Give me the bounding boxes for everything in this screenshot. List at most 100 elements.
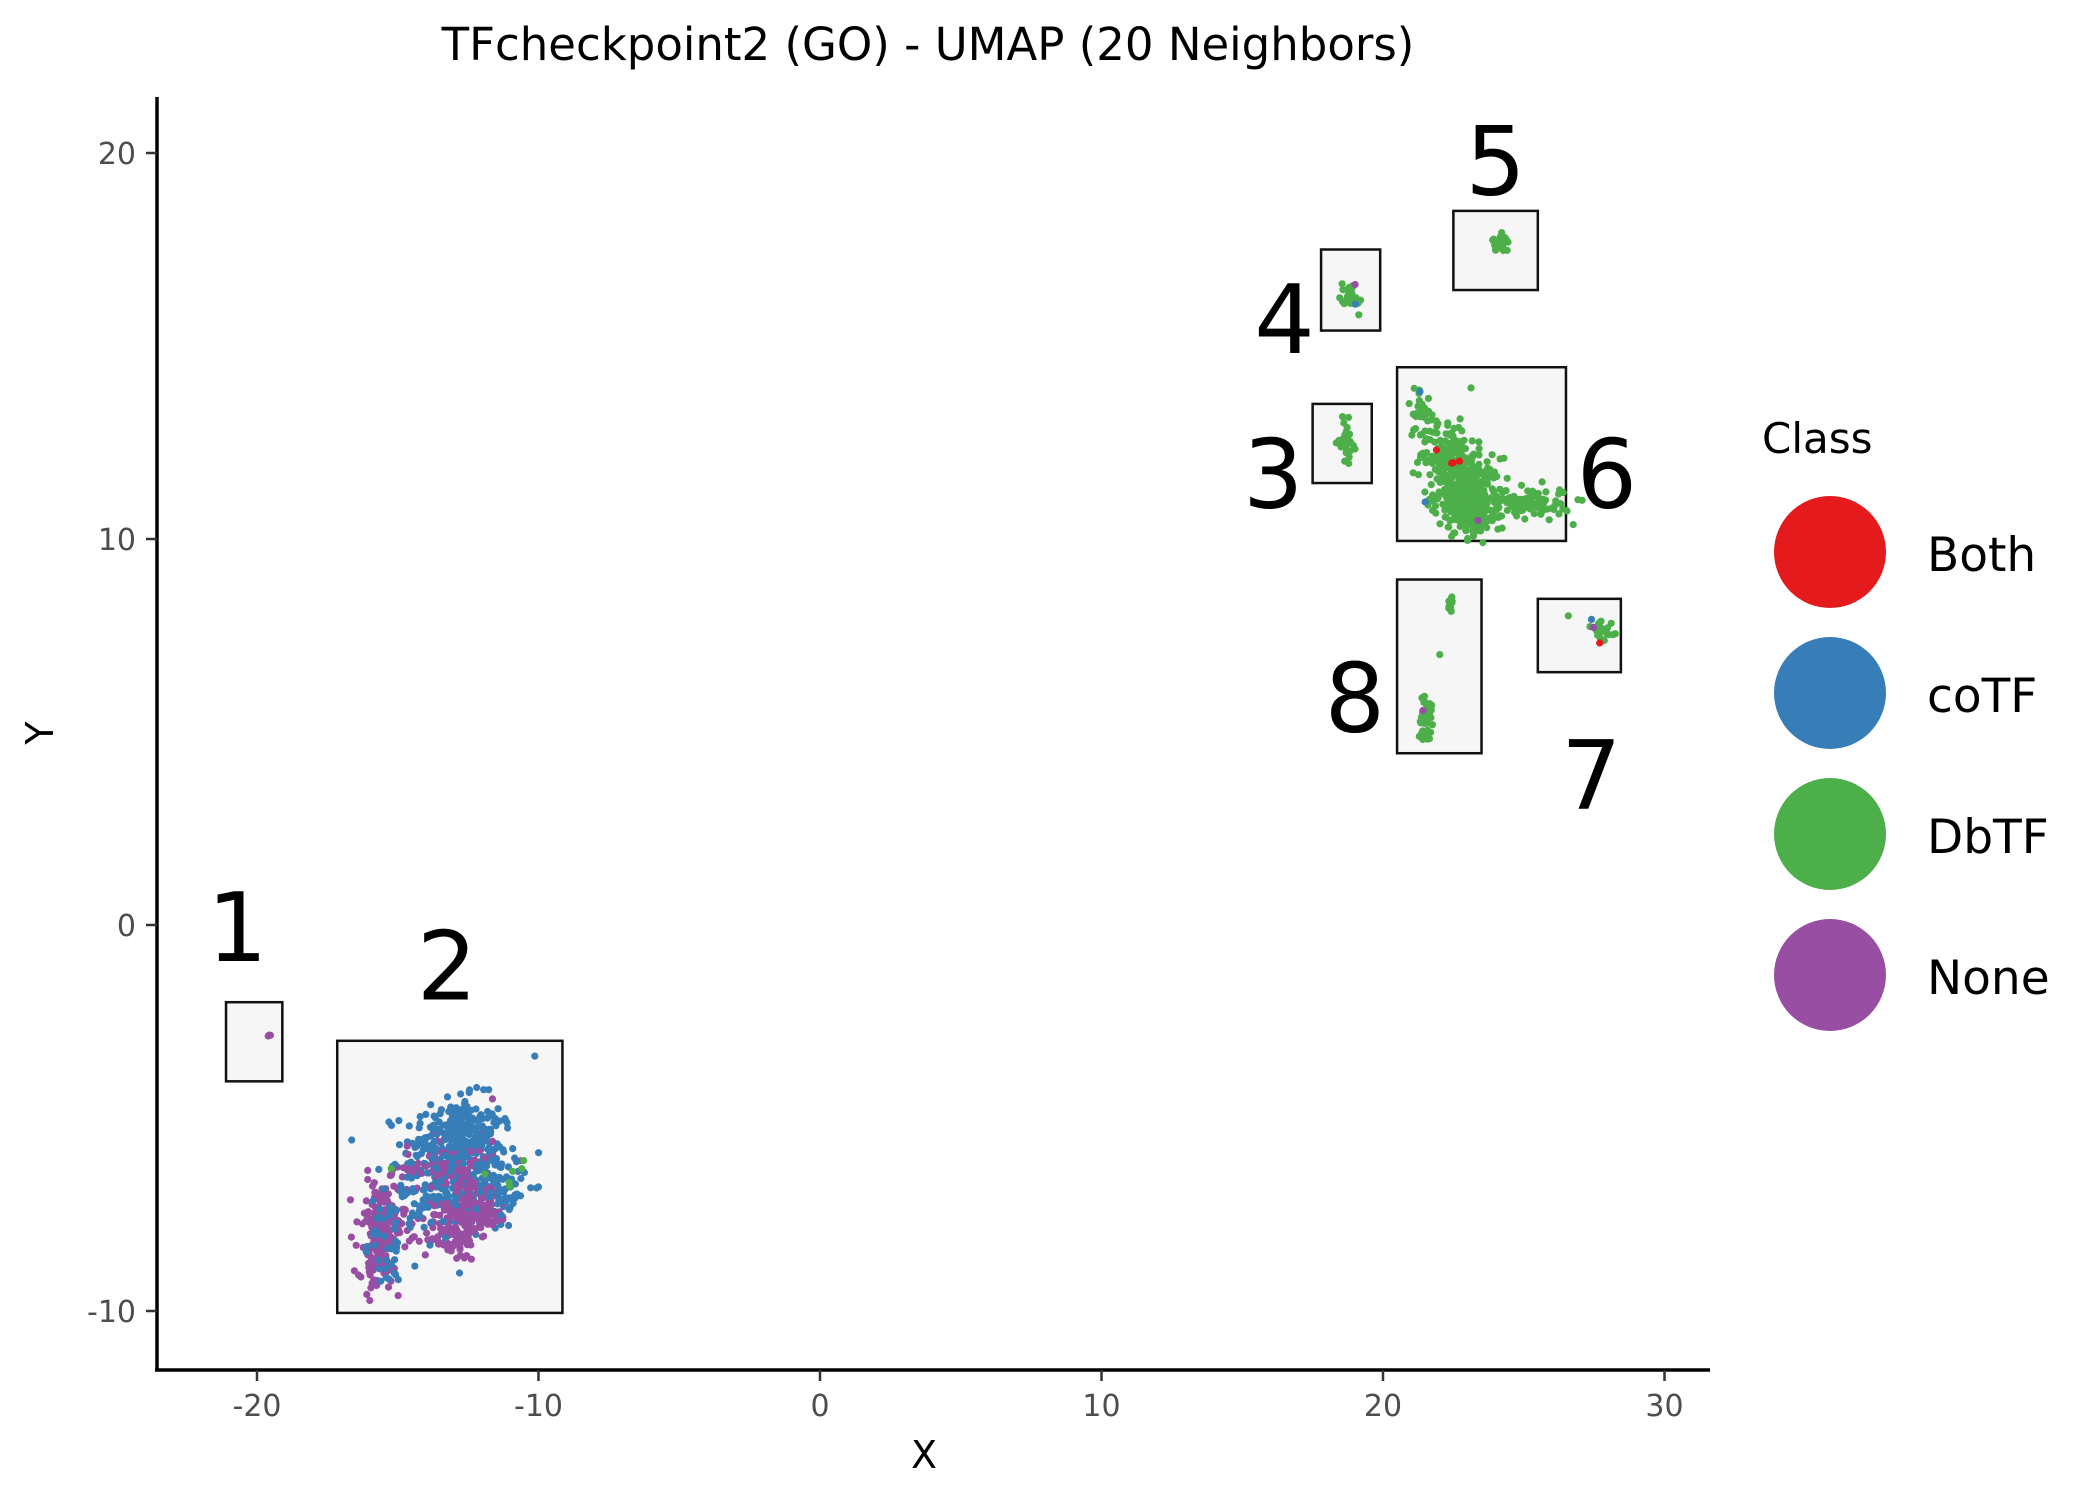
point-dbtf xyxy=(1542,488,1550,496)
point-dbtf xyxy=(1465,506,1473,514)
x-tick-label: 10 xyxy=(1082,1389,1120,1424)
point-dbtf xyxy=(1475,445,1483,453)
point-cotf xyxy=(499,1146,507,1154)
point-none xyxy=(366,1271,374,1279)
point-cotf xyxy=(407,1174,415,1182)
point-none xyxy=(364,1166,372,1174)
point-cotf xyxy=(429,1154,437,1162)
point-dbtf xyxy=(1452,465,1460,473)
point-cotf xyxy=(445,1142,454,1150)
x-tick-label: 0 xyxy=(810,1389,829,1424)
point-dbtf xyxy=(1446,597,1454,605)
point-cotf xyxy=(465,1088,473,1096)
point-cotf xyxy=(480,1162,488,1170)
point-none xyxy=(421,1251,429,1259)
point-none xyxy=(456,1251,464,1259)
chart-title: TFcheckpoint2 (GO) - UMAP (20 Neighbors) xyxy=(441,18,1415,71)
cluster-label-6: 6 xyxy=(1577,420,1637,530)
point-cotf xyxy=(1416,388,1424,396)
point-dbtf xyxy=(1517,481,1526,489)
point-cotf xyxy=(498,1195,506,1203)
point-none xyxy=(366,1296,374,1305)
point-dbtf xyxy=(1446,483,1454,491)
point-none xyxy=(1589,623,1598,632)
point-cotf xyxy=(421,1138,429,1146)
point-cotf xyxy=(487,1188,495,1197)
point-cotf xyxy=(395,1141,404,1149)
point-cotf xyxy=(461,1137,469,1145)
point-both xyxy=(1596,639,1604,647)
legend-swatch xyxy=(1774,496,1886,608)
point-none xyxy=(358,1220,367,1228)
point-dbtf xyxy=(1444,472,1453,481)
point-cotf xyxy=(452,1194,460,1202)
point-dbtf xyxy=(1453,509,1461,517)
point-cotf xyxy=(492,1122,500,1130)
point-dbtf xyxy=(1503,474,1511,482)
point-dbtf xyxy=(1452,436,1460,444)
point-cotf xyxy=(348,1136,356,1144)
point-cotf xyxy=(473,1123,481,1131)
umap-scatter-chart: TFcheckpoint2 (GO) - UMAP (20 Neighbors)… xyxy=(18,18,2050,1477)
point-cotf xyxy=(535,1149,543,1157)
point-none xyxy=(401,1243,409,1251)
point-cotf xyxy=(1351,300,1359,308)
point-cotf xyxy=(392,1219,400,1227)
x-axis-title: X xyxy=(911,1433,937,1477)
point-dbtf xyxy=(1409,469,1417,477)
point-cotf xyxy=(506,1203,514,1212)
point-dbtf xyxy=(1492,246,1500,254)
point-none xyxy=(436,1211,444,1219)
point-dbtf xyxy=(1530,510,1538,518)
point-cotf xyxy=(373,1214,381,1223)
point-cotf xyxy=(381,1232,389,1240)
point-none xyxy=(398,1205,407,1214)
point-none xyxy=(352,1241,360,1249)
point-cotf xyxy=(478,1115,486,1123)
point-none xyxy=(463,1252,471,1260)
point-dbtf xyxy=(1500,245,1508,253)
cluster-box-1 xyxy=(224,1000,284,1083)
point-dbtf xyxy=(1559,505,1567,513)
point-dbtf xyxy=(1470,450,1478,458)
cluster-box-8 xyxy=(1395,578,1483,755)
point-dbtf xyxy=(505,1178,513,1187)
point-cotf xyxy=(436,1177,444,1185)
point-dbtf xyxy=(1414,402,1422,410)
y-axis-ticks: -10 0 10 20 xyxy=(87,137,157,1330)
point-cotf xyxy=(415,1124,423,1132)
point-none xyxy=(480,1232,488,1240)
point-cotf xyxy=(375,1256,383,1264)
point-dbtf xyxy=(1416,431,1424,439)
point-cotf xyxy=(435,1118,443,1126)
point-none xyxy=(403,1142,411,1150)
cluster-label-8: 8 xyxy=(1325,644,1385,754)
point-none xyxy=(347,1233,355,1241)
point-cotf xyxy=(487,1147,496,1155)
point-cotf xyxy=(380,1185,388,1193)
point-cotf xyxy=(427,1218,435,1226)
point-cotf xyxy=(512,1158,521,1166)
y-axis-title: Y xyxy=(18,721,62,746)
point-dbtf xyxy=(1421,729,1429,738)
point-dbtf xyxy=(520,1157,528,1165)
point-cotf xyxy=(452,1105,460,1113)
legend-label: coTF xyxy=(1927,669,2037,724)
point-dbtf xyxy=(1340,300,1348,308)
point-cotf xyxy=(480,1086,488,1094)
point-dbtf xyxy=(1506,494,1515,502)
point-dbtf xyxy=(1529,489,1537,497)
point-dbtf xyxy=(1428,459,1436,467)
point-both xyxy=(1432,446,1440,454)
point-cotf xyxy=(369,1230,377,1239)
point-dbtf xyxy=(1471,488,1480,496)
point-cotf xyxy=(362,1248,370,1256)
legend-entry-cotf: coTF xyxy=(1774,637,2037,749)
legend-label: None xyxy=(1927,951,2050,1006)
cluster-label-4: 4 xyxy=(1254,266,1314,376)
point-cotf xyxy=(391,1256,399,1264)
point-cotf xyxy=(369,1197,377,1205)
point-cotf xyxy=(447,1154,455,1162)
point-none xyxy=(489,1218,497,1226)
point-none xyxy=(368,1182,377,1190)
